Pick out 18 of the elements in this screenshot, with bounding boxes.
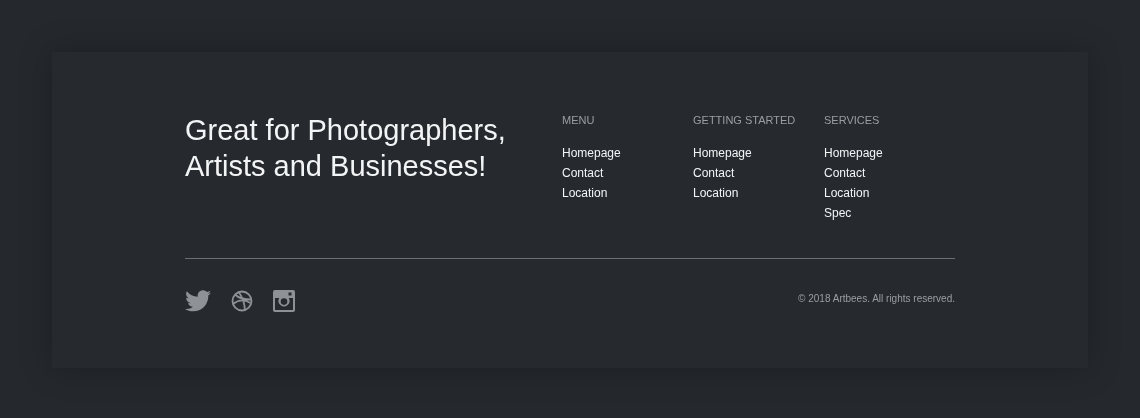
camera-icon[interactable] bbox=[273, 290, 295, 312]
column-heading: GETTING STARTED bbox=[693, 113, 796, 128]
copyright-text: © 2018 Artbees. All rights reserved. bbox=[798, 292, 955, 306]
footer-link[interactable]: Contact bbox=[824, 163, 866, 183]
headline: Great for Photographers, Artists and Businesses! bbox=[185, 113, 507, 184]
footer-link[interactable]: Location bbox=[824, 183, 870, 203]
footer-link[interactable]: Spec bbox=[824, 203, 852, 223]
footer-link[interactable]: Contact bbox=[562, 163, 604, 183]
bird-icon[interactable] bbox=[185, 290, 211, 312]
footer-link[interactable]: Homepage bbox=[562, 143, 621, 163]
footer-link[interactable]: Contact bbox=[693, 163, 735, 183]
column-heading: MENU bbox=[562, 113, 595, 128]
footer-link[interactable]: Homepage bbox=[693, 143, 752, 163]
column-heading: SERVICES bbox=[824, 113, 880, 128]
ball-icon[interactable] bbox=[231, 290, 253, 312]
footer-link[interactable]: Location bbox=[693, 183, 739, 203]
footer-link[interactable]: Homepage bbox=[824, 143, 883, 163]
footer-link[interactable]: Location bbox=[562, 183, 608, 203]
